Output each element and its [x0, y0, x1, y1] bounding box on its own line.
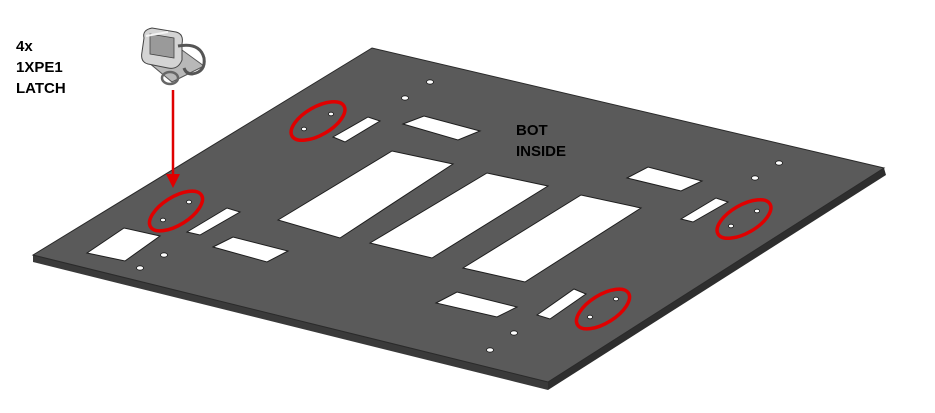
callout-label: 4x 1XPE1 LATCH [16, 38, 67, 97]
side-label-line-2: INSIDE [516, 143, 566, 160]
hole [401, 95, 409, 101]
side-label-line-1: BOT [516, 122, 548, 139]
latch-hole [328, 111, 334, 117]
hole [160, 252, 168, 258]
latch-hole [186, 199, 192, 205]
hole [775, 160, 783, 166]
hole [751, 175, 759, 181]
latch-icon [141, 27, 206, 86]
callout-line-2: 1XPE1 [16, 59, 63, 76]
latch-hole [587, 314, 593, 320]
latch-hole [301, 126, 307, 132]
latch-hole [754, 208, 760, 214]
callout-line-1: 4x [16, 38, 33, 55]
latch-hole [613, 296, 619, 302]
hole [136, 265, 144, 271]
hole [510, 330, 518, 336]
assembly-diagram: 4x 1XPE1 LATCH BOT INSIDE [16, 27, 886, 390]
hole [486, 347, 494, 353]
latch-hole [160, 217, 166, 223]
latch-hole [728, 223, 734, 229]
hole [426, 79, 434, 85]
callout-line-3: LATCH [16, 80, 66, 97]
